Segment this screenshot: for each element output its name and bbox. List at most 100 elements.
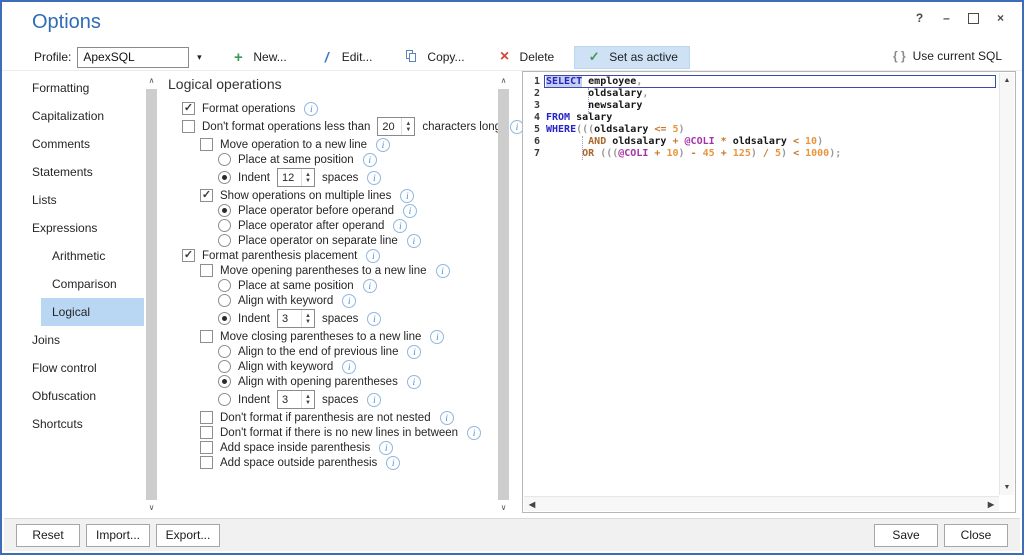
radio-indent[interactable] [218,312,231,325]
radio-align-to-the-end-of-previous-line[interactable] [218,345,231,358]
delete-button[interactable]: × Delete [485,46,567,69]
panel-scrollbar[interactable]: ∧ ∨ [497,72,510,517]
scroll-left-icon[interactable]: ◀ [529,500,535,509]
checkbox-don-t-format-operations-less-than[interactable] [182,120,195,133]
info-icon[interactable]: i [393,218,408,233]
checkbox-move-operation-to-a-new-line[interactable] [200,138,213,151]
copy-button[interactable]: Copy... [392,46,476,69]
spinner-arrows-icon[interactable]: ▲ ▼ [300,169,314,186]
scroll-right-icon[interactable]: ▶ [988,500,994,509]
spinner-arrows-icon[interactable]: ▲ ▼ [300,391,314,408]
close-button[interactable]: Close [944,523,1008,547]
checkbox-move-opening-parentheses-to-a-new-line[interactable] [200,264,213,277]
info-icon[interactable]: i [342,293,357,308]
sidebar-item-logical[interactable]: Logical [41,298,144,326]
info-icon[interactable]: i [439,410,454,425]
info-icon[interactable]: i [367,392,382,407]
spinner-arrows-icon[interactable]: ▲ ▼ [401,118,414,135]
option-label: Align with opening parentheses [238,375,398,388]
help-button[interactable]: ? [912,11,927,26]
spinner-input[interactable]: 3 ▲ ▼ [276,309,315,328]
scrollbar-thumb[interactable] [498,89,509,500]
sidebar-item-lists[interactable]: Lists [12,186,144,214]
info-icon[interactable]: i [386,455,401,470]
info-icon[interactable]: i [342,359,357,374]
scroll-down-icon[interactable]: ▼ [1000,484,1014,491]
info-icon[interactable]: i [376,137,391,152]
info-icon[interactable]: i [400,188,415,203]
sidebar-item-capitalization[interactable]: Capitalization [12,102,144,130]
info-icon[interactable]: i [467,425,482,440]
checkbox-don-t-format-if-there-is-no-new-lines-in-between[interactable] [200,426,213,439]
checkbox-row-format-parenthesis-placement: ✓ Format parenthesis placement i [164,248,496,263]
scroll-up-icon[interactable]: ∧ [497,76,510,86]
scrollbar-thumb[interactable] [146,89,157,500]
save-button[interactable]: Save [874,523,938,547]
close-button[interactable]: × [993,11,1008,26]
chevron-down-icon[interactable]: ▾ [192,52,206,63]
profile-combobox[interactable]: ApexSQL [77,46,190,68]
checkbox-add-space-outside-parenthesis[interactable] [200,456,213,469]
info-icon[interactable]: i [304,101,319,116]
info-icon[interactable]: i [407,344,422,359]
radio-place-operator-after-operand[interactable] [218,219,231,232]
radio-place-at-same-position[interactable] [218,153,231,166]
new-button[interactable]: + New... [218,46,298,69]
sidebar-item-flow-control[interactable]: Flow control [12,354,144,382]
minimize-button[interactable]: – [939,11,954,26]
export-button[interactable]: Export... [156,523,220,547]
spinner-arrows-icon[interactable]: ▲ ▼ [300,310,314,327]
checkbox-format-operations[interactable]: ✓ [182,102,195,115]
spinner-input[interactable]: 12 ▲ ▼ [276,168,315,187]
sidebar-item-arithmetic[interactable]: Arithmetic [12,242,144,270]
info-icon[interactable]: i [367,311,382,326]
info-icon[interactable]: i [435,263,450,278]
radio-align-with-opening-parentheses[interactable] [218,375,231,388]
radio-place-at-same-position[interactable] [218,279,231,292]
checkbox-format-parenthesis-placement[interactable]: ✓ [182,249,195,262]
scroll-down-icon[interactable]: ∨ [497,503,510,513]
radio-indent[interactable] [218,171,231,184]
import-button[interactable]: Import... [86,523,150,547]
reset-button[interactable]: Reset [16,523,80,547]
sidebar-item-shortcuts[interactable]: Shortcuts [12,410,144,438]
sidebar-item-formatting[interactable]: Formatting [12,74,144,102]
editor-vertical-scrollbar[interactable]: ▲ ▼ [999,73,1014,495]
info-icon[interactable]: i [366,248,381,263]
sidebar-scrollbar[interactable]: ∧ ∨ [145,72,158,517]
scroll-up-icon[interactable]: ▲ [1000,77,1014,84]
spinner-input[interactable]: 20 ▲ ▼ [377,117,416,136]
info-icon[interactable]: i [406,374,421,389]
radio-align-with-keyword[interactable] [218,294,231,307]
editor-horizontal-scrollbar[interactable]: ◀ ▶ [524,496,999,511]
sidebar-item-obfuscation[interactable]: Obfuscation [12,382,144,410]
set-as-active-button[interactable]: ✓ Set as active [574,45,690,69]
edit-button[interactable]: / Edit... [307,46,385,69]
info-icon[interactable]: i [367,170,382,185]
radio-indent[interactable] [218,393,231,406]
radio-align-with-keyword[interactable] [218,360,231,373]
scroll-down-icon[interactable]: ∨ [145,503,158,513]
checkbox-move-closing-parentheses-to-a-new-line[interactable] [200,330,213,343]
radio-place-operator-before-operand[interactable] [218,204,231,217]
checkbox-add-space-inside-parenthesis[interactable] [200,441,213,454]
sidebar-item-expressions[interactable]: Expressions [12,214,144,242]
checkbox-don-t-format-if-parenthesis-are-not-nested[interactable] [200,411,213,424]
use-current-sql-button[interactable]: { } Use current SQL [893,49,1002,63]
maximize-button[interactable] [966,11,981,26]
sql-preview-editor[interactable]: 1 SELECT employee, 2 oldsalary, 3 newsalary… [522,71,1016,513]
sidebar-item-statements[interactable]: Statements [12,158,144,186]
checkbox-show-operations-on-multiple-lines[interactable]: ✓ [200,189,213,202]
sidebar-item-joins[interactable]: Joins [12,326,144,354]
info-icon[interactable]: i [362,152,377,167]
info-icon[interactable]: i [362,278,377,293]
radio-place-operator-on-separate-line[interactable] [218,234,231,247]
sidebar-item-comparison[interactable]: Comparison [12,270,144,298]
info-icon[interactable]: i [403,203,417,218]
sidebar-item-comments[interactable]: Comments [12,130,144,158]
info-icon[interactable]: i [430,329,445,344]
scroll-up-icon[interactable]: ∧ [145,76,158,86]
info-icon[interactable]: i [406,233,421,248]
info-icon[interactable]: i [379,440,394,455]
spinner-input[interactable]: 3 ▲ ▼ [276,390,315,409]
